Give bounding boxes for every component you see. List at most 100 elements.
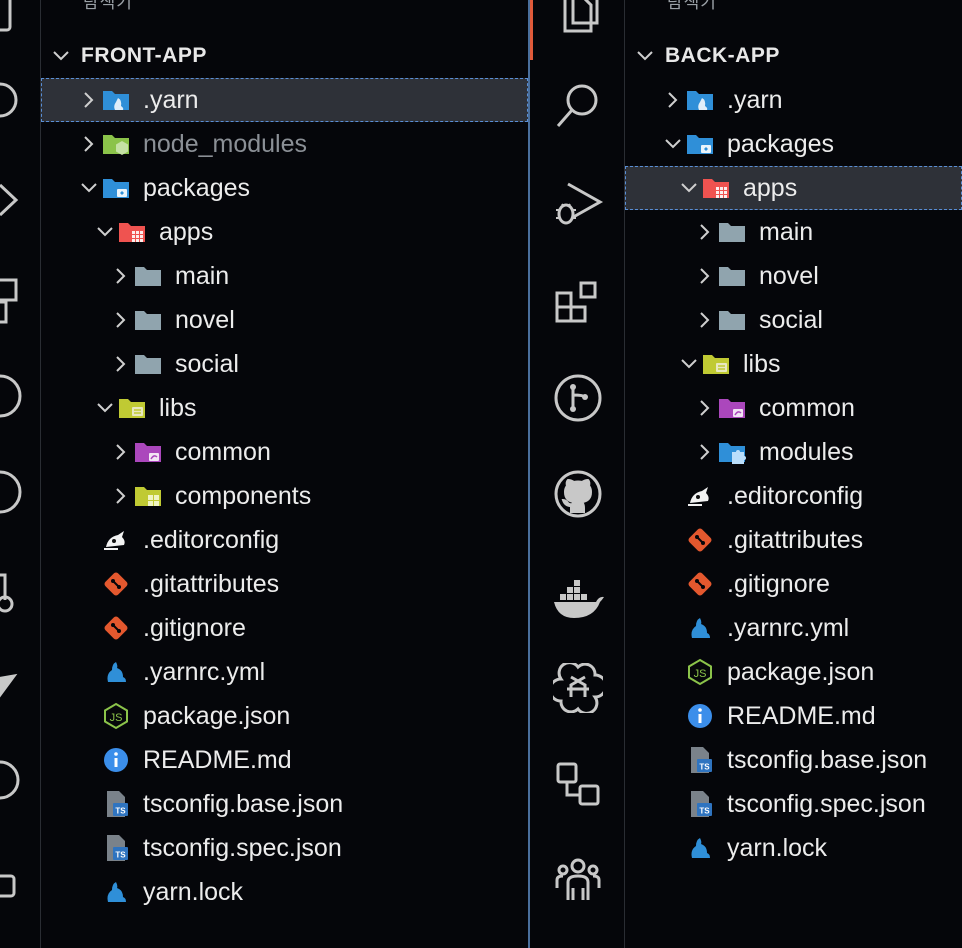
tree-row[interactable]: .gitattributes (41, 562, 528, 606)
tree-row[interactable]: .yarn (625, 78, 962, 122)
workspace-section-header[interactable]: FRONT-APP (41, 34, 528, 78)
activity-bar-left (0, 0, 41, 948)
chevron-down-icon[interactable] (93, 210, 117, 254)
remote-explorer-icon[interactable] (550, 756, 606, 812)
tree-row[interactable]: modules (625, 430, 962, 474)
chevron-right-icon[interactable] (693, 430, 717, 474)
tree-row[interactable]: TS tsconfig.base.json (41, 782, 528, 826)
chevron-down-icon[interactable] (677, 342, 701, 386)
tree-row[interactable]: yarn.lock (41, 870, 528, 914)
tree-row[interactable]: .gitignore (41, 606, 528, 650)
openai-icon[interactable] (550, 660, 606, 716)
yarn-icon (101, 650, 131, 694)
chevron-right-icon[interactable] (693, 254, 717, 298)
tree-row[interactable]: .gitignore (625, 562, 962, 606)
chevron-down-icon[interactable] (677, 166, 701, 210)
tree-row[interactable]: .yarnrc.yml (625, 606, 962, 650)
tree-row[interactable]: main (41, 254, 528, 298)
chevron-right-icon[interactable] (693, 298, 717, 342)
chevron-down-icon[interactable] (661, 122, 685, 166)
svg-text:TS: TS (115, 851, 126, 860)
tree-row[interactable]: TS tsconfig.spec.json (625, 782, 962, 826)
tree-row[interactable]: JS package.json (41, 694, 528, 738)
tree-row[interactable]: .yarn (41, 78, 528, 122)
tree-row[interactable]: packages (625, 122, 962, 166)
more-actions-icon[interactable]: ··· (474, 0, 498, 7)
git-icon (685, 562, 715, 606)
chevron-right-icon[interactable] (77, 122, 101, 166)
chevron-right-icon[interactable] (693, 210, 717, 254)
tree-row[interactable]: libs (41, 386, 528, 430)
tree-row[interactable]: common (41, 430, 528, 474)
tree-row[interactable]: .editorconfig (41, 518, 528, 562)
svg-text:JS: JS (694, 668, 707, 680)
chevron-right-icon[interactable] (77, 78, 101, 122)
tree-row[interactable]: yarn.lock (625, 826, 962, 870)
chevron-right-icon[interactable] (109, 430, 133, 474)
more-actions-icon[interactable]: ··· (908, 0, 932, 7)
tree-row[interactable]: JS package.json (625, 650, 962, 694)
chevron-right-icon[interactable] (109, 298, 133, 342)
chevron-right-icon[interactable] (109, 254, 133, 298)
tree-row[interactable]: .yarnrc.yml (41, 650, 528, 694)
tree-row-label: package.json (727, 658, 875, 686)
libs-folder-icon (701, 342, 731, 386)
explorer-title: 탐색기 (667, 0, 717, 12)
tree-row[interactable]: main (625, 210, 962, 254)
tree-row[interactable]: TS tsconfig.spec.json (41, 826, 528, 870)
tree-row-label: .gitattributes (727, 526, 864, 554)
tree-row[interactable]: novel (41, 298, 528, 342)
tree-row-label: .editorconfig (727, 482, 864, 510)
tree-row[interactable]: components (41, 474, 528, 518)
tree-row[interactable]: apps (625, 166, 962, 210)
tree-row[interactable]: .gitattributes (625, 518, 962, 562)
tree-row-label: .yarnrc.yml (143, 658, 266, 686)
workspace-section-header[interactable]: BACK-APP (625, 34, 962, 78)
tree-row[interactable]: node_modules (41, 122, 528, 166)
tree-row-label: packages (727, 130, 835, 158)
tree-row[interactable]: apps (41, 210, 528, 254)
chevron-down-icon (41, 50, 81, 62)
extensions-icon[interactable] (550, 276, 606, 332)
tree-row[interactable]: .editorconfig (625, 474, 962, 518)
folder-icon (133, 342, 163, 386)
chevron-right-icon[interactable] (661, 78, 685, 122)
tree-row[interactable]: social (41, 342, 528, 386)
tree-row[interactable]: TS tsconfig.base.json (625, 738, 962, 782)
tree-row[interactable]: social (625, 298, 962, 342)
chevron-right-icon[interactable] (109, 474, 133, 518)
source-control-icon[interactable] (550, 370, 606, 426)
github-icon (0, 470, 22, 514)
tree-row-label: libs (159, 394, 197, 422)
tree-row-label: tsconfig.spec.json (727, 790, 926, 818)
github-icon[interactable] (550, 466, 606, 522)
tree-row[interactable]: novel (625, 254, 962, 298)
search-icon (0, 82, 18, 118)
nodejs-icon: JS (685, 650, 715, 694)
openai-icon (0, 760, 20, 800)
info-icon (685, 694, 715, 738)
chevron-down-icon[interactable] (77, 166, 101, 210)
search-icon[interactable] (550, 78, 606, 134)
tree-row-label: novel (175, 306, 235, 334)
live-share-icon[interactable] (550, 852, 606, 908)
tree-row-label: README.md (143, 746, 292, 774)
tree-row[interactable]: README.md (41, 738, 528, 782)
tree-row-label: libs (743, 350, 781, 378)
tree-row[interactable]: libs (625, 342, 962, 386)
modules-folder-icon (717, 430, 747, 474)
explorer-icon[interactable] (550, 0, 606, 46)
docker-icon[interactable] (550, 572, 606, 628)
chevron-down-icon[interactable] (93, 386, 117, 430)
chevron-right-icon[interactable] (109, 342, 133, 386)
tree-row-label: yarn.lock (727, 834, 828, 862)
tree-row[interactable]: README.md (625, 694, 962, 738)
activity-bar (530, 0, 625, 948)
run-debug-icon[interactable] (550, 176, 606, 232)
chevron-right-icon[interactable] (693, 386, 717, 430)
tree-row[interactable]: common (625, 386, 962, 430)
tree-row[interactable]: packages (41, 166, 528, 210)
yarn-icon (685, 606, 715, 650)
